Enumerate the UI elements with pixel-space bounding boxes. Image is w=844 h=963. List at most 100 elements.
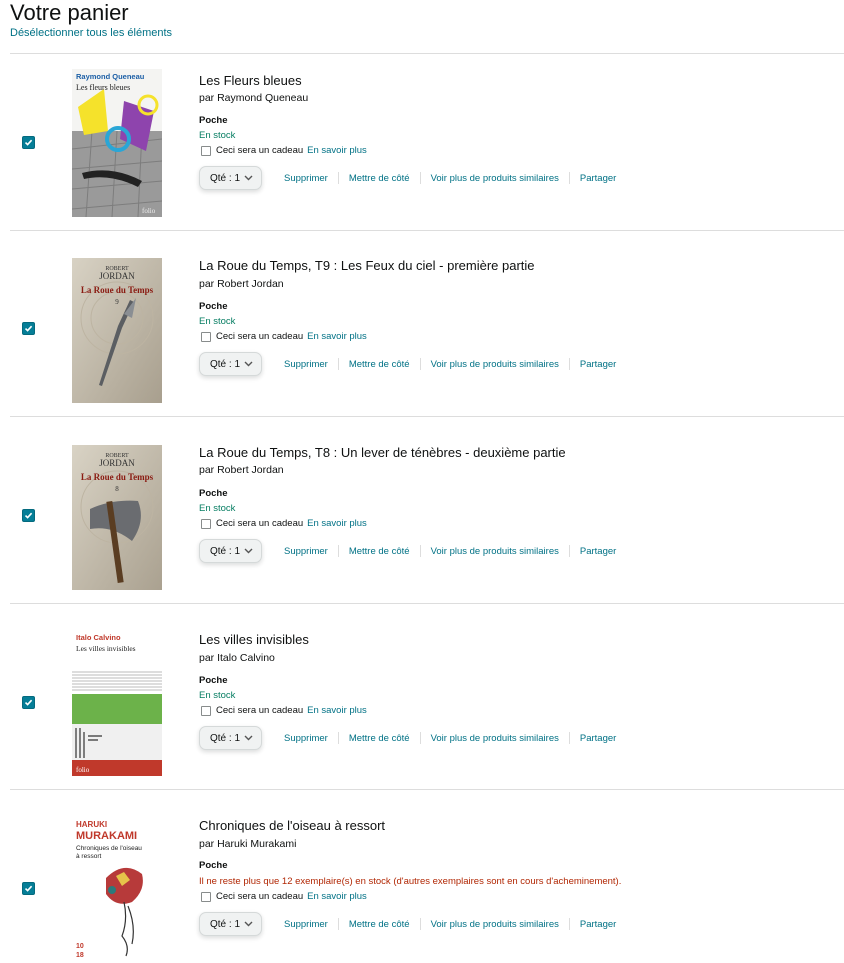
product-author: par Robert Jordan <box>199 464 284 476</box>
item-select-checkbox[interactable] <box>22 136 35 149</box>
share-link[interactable]: Partager <box>570 173 626 184</box>
svg-text:folio: folio <box>76 766 90 774</box>
share-link[interactable]: Partager <box>570 919 626 930</box>
svg-text:MURAKAMI: MURAKAMI <box>76 830 137 842</box>
product-image[interactable]: ROBERT JORDAN La Roue du Temps 8 <box>72 445 162 590</box>
quantity-label: Qté : 1 <box>210 358 241 370</box>
gift-label: Ceci sera un cadeau <box>216 145 304 156</box>
svg-text:8: 8 <box>115 485 119 493</box>
learn-more-link[interactable]: En savoir plus <box>307 891 367 903</box>
quantity-label: Qté : 1 <box>210 732 241 744</box>
share-link[interactable]: Partager <box>570 733 626 744</box>
stock-status: En stock <box>199 503 236 514</box>
save-for-later-link[interactable]: Mettre de côté <box>339 919 420 930</box>
item-select-checkbox[interactable] <box>22 696 35 709</box>
product-title[interactable]: La Roue du Temps, T9 : Les Feux du ciel … <box>199 258 535 274</box>
chevron-down-icon <box>244 175 253 181</box>
product-author: par Haruki Murakami <box>199 838 297 850</box>
quantity-dropdown[interactable]: Qté : 1 <box>199 912 262 936</box>
stock-status: En stock <box>199 690 236 701</box>
svg-text:Les villes invisibles: Les villes invisibles <box>76 644 136 653</box>
svg-text:JORDAN: JORDAN <box>99 271 135 281</box>
item-actions: Qté : 1 Supprimer Mettre de côté Voir pl… <box>199 539 626 563</box>
chevron-down-icon <box>244 361 253 367</box>
learn-more-link[interactable]: En savoir plus <box>307 331 367 343</box>
product-title[interactable]: La Roue du Temps, T8 : Un lever de ténèb… <box>199 445 566 461</box>
svg-text:9: 9 <box>115 298 119 306</box>
gift-option: Ceci sera un cadeau En savoir plus <box>201 331 367 343</box>
see-similar-link[interactable]: Voir plus de produits similaires <box>421 359 569 370</box>
gift-checkbox[interactable] <box>201 146 211 156</box>
save-for-later-link[interactable]: Mettre de côté <box>339 546 420 557</box>
see-similar-link[interactable]: Voir plus de produits similaires <box>421 173 569 184</box>
product-format: Poche <box>199 488 228 499</box>
item-actions: Qté : 1 Supprimer Mettre de côté Voir pl… <box>199 726 626 750</box>
see-similar-link[interactable]: Voir plus de produits similaires <box>421 733 569 744</box>
item-actions: Qté : 1 Supprimer Mettre de côté Voir pl… <box>199 352 626 376</box>
page-title: Votre panier <box>10 0 129 25</box>
quantity-dropdown[interactable]: Qté : 1 <box>199 352 262 376</box>
see-similar-link[interactable]: Voir plus de produits similaires <box>421 546 569 557</box>
product-title[interactable]: Les villes invisibles <box>199 632 309 648</box>
quantity-dropdown[interactable]: Qté : 1 <box>199 166 262 190</box>
svg-text:La Roue du Temps: La Roue du Temps <box>81 285 154 295</box>
product-image[interactable]: HARUKI MURAKAMI Chroniques de l'oiseau à… <box>72 816 162 963</box>
share-link[interactable]: Partager <box>570 359 626 370</box>
quantity-dropdown[interactable]: Qté : 1 <box>199 539 262 563</box>
item-select-checkbox[interactable] <box>22 509 35 522</box>
learn-more-link[interactable]: En savoir plus <box>307 705 367 717</box>
see-similar-link[interactable]: Voir plus de produits similaires <box>421 919 569 930</box>
svg-text:JORDAN: JORDAN <box>99 458 135 468</box>
gift-checkbox[interactable] <box>201 332 211 342</box>
cart-header: Votre panier Désélectionner tous les élé… <box>10 0 172 39</box>
quantity-label: Qté : 1 <box>210 545 241 557</box>
product-title[interactable]: Les Fleurs bleues <box>199 73 302 89</box>
item-select-checkbox[interactable] <box>22 322 35 335</box>
delete-link[interactable]: Supprimer <box>262 173 338 184</box>
delete-link[interactable]: Supprimer <box>262 733 338 744</box>
chevron-down-icon <box>244 735 253 741</box>
gift-option: Ceci sera un cadeau En savoir plus <box>201 705 367 717</box>
item-select-checkbox[interactable] <box>22 882 35 895</box>
product-image[interactable]: Italo Calvino Les villes invisibles foli… <box>72 628 162 776</box>
svg-text:Raymond Queneau: Raymond Queneau <box>76 72 145 81</box>
gift-label: Ceci sera un cadeau <box>216 891 304 902</box>
delete-link[interactable]: Supprimer <box>262 919 338 930</box>
quantity-dropdown[interactable]: Qté : 1 <box>199 726 262 750</box>
cart-item: Italo Calvino Les villes invisibles foli… <box>10 604 844 789</box>
quantity-label: Qté : 1 <box>210 918 241 930</box>
save-for-later-link[interactable]: Mettre de côté <box>339 173 420 184</box>
stock-status: En stock <box>199 316 236 327</box>
deselect-all-link[interactable]: Désélectionner tous les éléments <box>10 27 172 39</box>
product-title[interactable]: Chroniques de l'oiseau à ressort <box>199 818 385 834</box>
delete-link[interactable]: Supprimer <box>262 359 338 370</box>
stock-status: En stock <box>199 130 236 141</box>
share-link[interactable]: Partager <box>570 546 626 557</box>
svg-text:18: 18 <box>76 952 84 959</box>
product-format: Poche <box>199 675 228 686</box>
learn-more-link[interactable]: En savoir plus <box>307 518 367 530</box>
gift-checkbox[interactable] <box>201 519 211 529</box>
gift-option: Ceci sera un cadeau En savoir plus <box>201 518 367 530</box>
item-actions: Qté : 1 Supprimer Mettre de côté Voir pl… <box>199 166 626 190</box>
svg-text:Italo Calvino: Italo Calvino <box>76 633 121 642</box>
svg-text:Chroniques de l'oiseau: Chroniques de l'oiseau <box>76 845 142 852</box>
svg-text:HARUKI: HARUKI <box>76 820 107 829</box>
save-for-later-link[interactable]: Mettre de côté <box>339 359 420 370</box>
gift-option: Ceci sera un cadeau En savoir plus <box>201 891 367 903</box>
product-image[interactable]: Raymond Queneau Les fleurs bleues folio <box>72 69 162 217</box>
gift-checkbox[interactable] <box>201 706 211 716</box>
delete-link[interactable]: Supprimer <box>262 546 338 557</box>
product-author: par Raymond Queneau <box>199 92 309 104</box>
cart-item: ROBERT JORDAN La Roue du Temps 9 La Roue… <box>10 231 844 416</box>
save-for-later-link[interactable]: Mettre de côté <box>339 733 420 744</box>
chevron-down-icon <box>244 548 253 554</box>
gift-label: Ceci sera un cadeau <box>216 331 304 342</box>
gift-option: Ceci sera un cadeau En savoir plus <box>201 145 367 157</box>
svg-text:folio: folio <box>142 207 156 215</box>
product-image[interactable]: ROBERT JORDAN La Roue du Temps 9 <box>72 258 162 403</box>
gift-checkbox[interactable] <box>201 892 211 902</box>
learn-more-link[interactable]: En savoir plus <box>307 145 367 157</box>
product-author: par Robert Jordan <box>199 278 284 290</box>
product-format: Poche <box>199 301 228 312</box>
